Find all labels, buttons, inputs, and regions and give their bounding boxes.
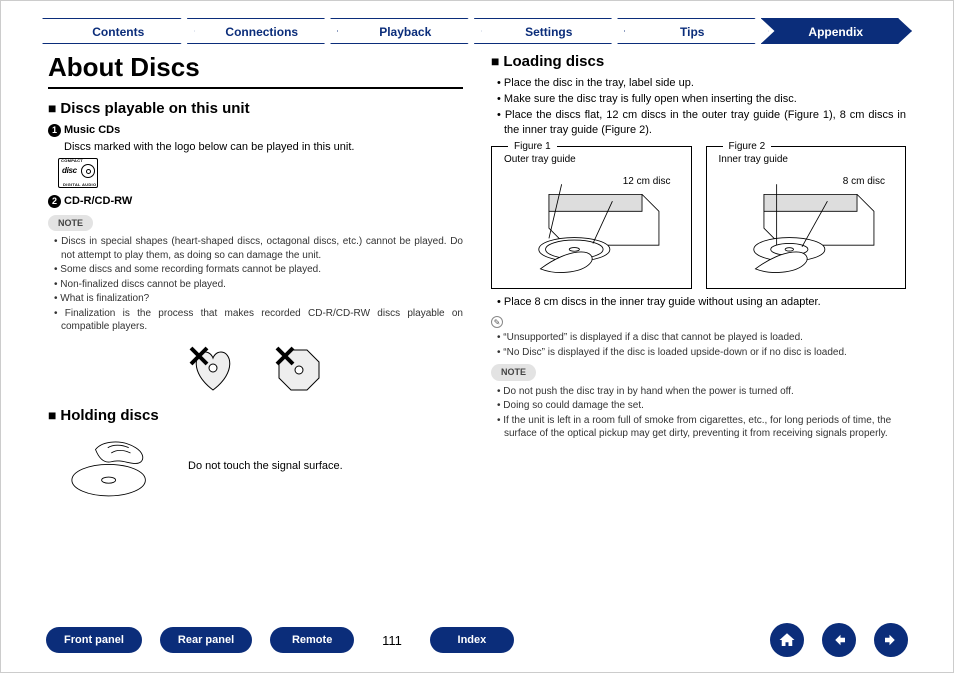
number-2-icon: 2 — [48, 195, 61, 208]
figure-1-caption: Figure 1 — [508, 140, 557, 154]
info-pencil-icon: ✎ — [491, 316, 503, 328]
page-number: 111 — [382, 633, 402, 648]
note-item: Discs in special shapes (heart-shaped di… — [54, 235, 463, 262]
after-figure-point: Place 8 cm discs in the inner tray guide… — [491, 295, 906, 310]
front-panel-button[interactable]: Front panel — [46, 627, 142, 653]
left-column: About Discs Discs playable on this unit … — [48, 50, 463, 502]
unsupported-disc-shapes — [48, 342, 463, 398]
tab-connections[interactable]: Connections — [187, 18, 339, 44]
note-item: Non-finalized discs cannot be played. — [54, 278, 463, 292]
page-body: About Discs Discs playable on this unit … — [0, 44, 954, 502]
rear-panel-button[interactable]: Rear panel — [160, 627, 252, 653]
list-item: “Unsupported” is displayed if a disc tha… — [497, 331, 906, 345]
note-badge: NOTE — [491, 364, 536, 380]
holding-text: Do not touch the signal surface. — [188, 459, 343, 474]
list-item: Do not push the disc tray in by hand whe… — [497, 385, 906, 399]
figure-1-guide-label: Outer tray guide — [504, 153, 683, 167]
top-tab-bar: Contents Connections Playback Settings T… — [0, 0, 954, 44]
playable-notes-list: Discs in special shapes (heart-shaped di… — [48, 235, 463, 334]
heading-loading: Loading discs — [491, 52, 906, 72]
music-cds-text: Discs marked with the logo below can be … — [48, 140, 463, 155]
subhead-music-cds: 1Music CDs — [48, 123, 463, 138]
hand-holding-disc-icon — [58, 432, 168, 502]
holding-figure-row: Do not touch the signal surface. — [58, 432, 463, 502]
heading-playable: Discs playable on this unit — [48, 99, 463, 119]
list-item: Place 8 cm discs in the inner tray guide… — [497, 295, 906, 310]
figure-2-disc-label: 8 cm disc — [843, 175, 885, 189]
home-button[interactable] — [770, 623, 804, 657]
figure-2-guide-label: Inner tray guide — [719, 153, 898, 167]
list-item: Place the discs flat, 12 cm discs in the… — [497, 108, 906, 138]
list-item: Doing so could damage the set. — [497, 399, 906, 413]
number-1-icon: 1 — [48, 124, 61, 137]
compact-disc-logo-icon: discDIGITAL AUDIO — [58, 158, 98, 188]
tab-settings[interactable]: Settings — [474, 18, 626, 44]
index-button[interactable]: Index — [430, 627, 514, 653]
loading-points: Place the disc in the tray, label side u… — [491, 76, 906, 137]
subhead-cdr: 2CD-R/CD-RW — [48, 194, 463, 209]
octagon-disc-crossed-icon — [271, 342, 327, 398]
page-title: About Discs — [48, 50, 463, 89]
next-page-button[interactable] — [874, 623, 908, 657]
subhead-music-cds-label: Music CDs — [64, 124, 120, 136]
loading-note-points: Do not push the disc tray in by hand whe… — [491, 385, 906, 441]
figure-1-disc-label: 12 cm disc — [623, 175, 671, 189]
tab-appendix[interactable]: Appendix — [761, 18, 913, 44]
figure-2-caption: Figure 2 — [723, 140, 772, 154]
note-item: Finalization is the process that makes r… — [54, 307, 463, 334]
heart-disc-crossed-icon — [185, 342, 241, 398]
figure-2: Figure 2 Inner tray guide 8 cm disc — [706, 146, 907, 289]
right-column: Loading discs Place the disc in the tray… — [491, 50, 906, 502]
home-icon — [778, 631, 796, 649]
bottom-bar: Front panel Rear panel Remote 111 Index — [0, 623, 954, 657]
arrow-left-icon — [830, 631, 848, 649]
note-item: Some discs and some recording formats ca… — [54, 263, 463, 277]
arrow-right-icon — [882, 631, 900, 649]
list-item: “No Disc” is displayed if the disc is lo… — [497, 346, 906, 360]
figure-1: Figure 1 Outer tray guide 12 cm disc — [491, 146, 692, 289]
list-item: Make sure the disc tray is fully open wh… — [497, 92, 906, 107]
remote-button[interactable]: Remote — [270, 627, 354, 653]
tab-playback[interactable]: Playback — [330, 18, 482, 44]
note-item: What is finalization? — [54, 292, 463, 306]
tab-tips[interactable]: Tips — [617, 18, 769, 44]
note-badge: NOTE — [48, 215, 93, 231]
tab-contents[interactable]: Contents — [42, 18, 195, 44]
prev-page-button[interactable] — [822, 623, 856, 657]
figure-row: Figure 1 Outer tray guide 12 cm disc Fig… — [491, 146, 906, 289]
info-points: “Unsupported” is displayed if a disc tha… — [491, 331, 906, 359]
list-item: If the unit is left in a room full of sm… — [497, 414, 906, 441]
subhead-cdr-label: CD-R/CD-RW — [64, 195, 132, 207]
list-item: Place the disc in the tray, label side u… — [497, 76, 906, 91]
heading-holding: Holding discs — [48, 406, 463, 426]
